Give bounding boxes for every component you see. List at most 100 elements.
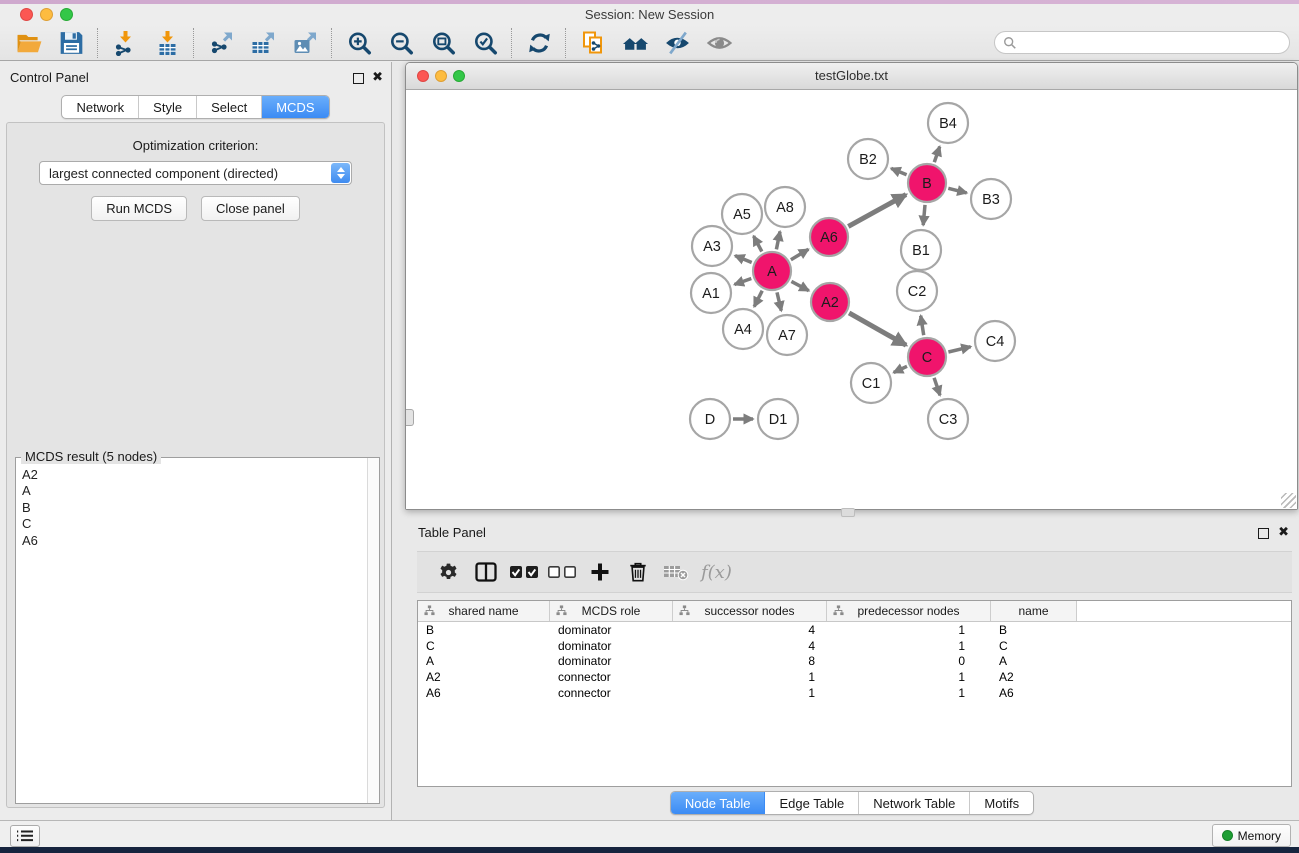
mcds-result-item[interactable]: A6 <box>22 533 368 549</box>
close-panel-button[interactable]: Close panel <box>201 196 300 221</box>
tab-select[interactable]: Select <box>197 96 262 118</box>
zoom-in-button[interactable] <box>338 27 380 59</box>
table-row[interactable]: A2connector11A2 <box>418 669 1291 685</box>
show-graphics-button[interactable] <box>698 27 740 59</box>
cell-mcds-role[interactable]: dominator <box>550 639 673 653</box>
zoom-out-button[interactable] <box>380 27 422 59</box>
graph-node-B3[interactable]: B3 <box>971 179 1011 219</box>
graph-edge-A-A5[interactable] <box>754 236 762 251</box>
graph-node-C2[interactable]: C2 <box>897 271 937 311</box>
run-mcds-button[interactable]: Run MCDS <box>91 196 187 221</box>
graph-edge-B-B1[interactable] <box>923 205 925 225</box>
result-scrollbar[interactable] <box>367 458 379 803</box>
graph-node-B2[interactable]: B2 <box>848 139 888 179</box>
cell-mcds-role[interactable]: connector <box>550 670 673 684</box>
cell-predecessor-nodes[interactable]: 1 <box>827 670 991 684</box>
table-close-icon[interactable]: ✖ <box>1278 524 1289 540</box>
network-window-titlebar[interactable]: testGlobe.txt <box>406 63 1297 90</box>
cell-shared-name[interactable]: A <box>418 654 550 668</box>
canvas-side-grip[interactable] <box>406 409 414 426</box>
cell-shared-name[interactable]: A6 <box>418 686 550 700</box>
function-builder-button[interactable]: f(x) <box>701 562 732 583</box>
graph-edge-C-C4[interactable] <box>948 347 970 352</box>
tab-network[interactable]: Network <box>62 96 139 118</box>
cell-successor-nodes[interactable]: 1 <box>673 670 827 684</box>
cell-shared-name[interactable]: B <box>418 623 550 637</box>
cell-shared-name[interactable]: A2 <box>418 670 550 684</box>
network-overview-button[interactable] <box>572 27 614 59</box>
export-image-button[interactable] <box>284 27 326 59</box>
graph-node-A4[interactable]: A4 <box>723 309 763 349</box>
graph-node-C[interactable]: C <box>908 338 946 376</box>
column-view-button[interactable] <box>467 555 505 589</box>
apply-layout-button[interactable] <box>518 27 560 59</box>
graph-node-A8[interactable]: A8 <box>765 187 805 227</box>
column-header-shared-name[interactable]: shared name <box>418 601 550 621</box>
graph-edge-A6-B[interactable] <box>848 195 906 227</box>
table-row[interactable]: Cdominator41C <box>418 638 1291 654</box>
table-tab-motifs[interactable]: Motifs <box>970 792 1033 814</box>
mcds-result-item[interactable]: C <box>22 516 368 532</box>
graph-node-A5[interactable]: A5 <box>722 194 762 234</box>
task-history-button[interactable] <box>10 825 40 847</box>
column-header-mcds-role[interactable]: MCDS role <box>550 601 673 621</box>
cell-shared-name[interactable]: C <box>418 639 550 653</box>
close-panel-icon[interactable]: ✖ <box>372 69 383 85</box>
graph-node-A3[interactable]: A3 <box>692 226 732 266</box>
cell-successor-nodes[interactable]: 8 <box>673 654 827 668</box>
float-panel-icon[interactable] <box>353 73 364 84</box>
graph-edge-B-B3[interactable] <box>948 188 966 193</box>
cell-successor-nodes[interactable]: 1 <box>673 686 827 700</box>
cell-predecessor-nodes[interactable]: 1 <box>827 686 991 700</box>
cell-name[interactable]: A <box>991 654 1077 668</box>
import-table-button[interactable] <box>146 27 188 59</box>
cell-mcds-role[interactable]: connector <box>550 686 673 700</box>
export-table-button[interactable] <box>242 27 284 59</box>
table-tab-network-table[interactable]: Network Table <box>859 792 970 814</box>
cell-mcds-role[interactable]: dominator <box>550 623 673 637</box>
table-tab-node-table[interactable]: Node Table <box>671 792 766 814</box>
graph-node-A[interactable]: A <box>753 252 791 290</box>
home-views-button[interactable] <box>614 27 656 59</box>
graph-edge-A-A6[interactable] <box>791 249 809 259</box>
cell-name[interactable]: B <box>991 623 1077 637</box>
graph-node-D[interactable]: D <box>690 399 730 439</box>
graph-node-D1[interactable]: D1 <box>758 399 798 439</box>
open-session-button[interactable] <box>8 27 50 59</box>
export-network-button[interactable] <box>200 27 242 59</box>
delete-column-button[interactable] <box>619 555 657 589</box>
graph-edge-A-A3[interactable] <box>735 256 752 263</box>
mcds-result-item[interactable]: B <box>22 500 368 516</box>
create-column-button[interactable] <box>581 555 619 589</box>
cell-name[interactable]: C <box>991 639 1077 653</box>
graph-node-B[interactable]: B <box>908 164 946 202</box>
graph-edge-B-B4[interactable] <box>934 147 939 163</box>
app-titlebar[interactable]: Session: New Session <box>0 4 1299 25</box>
graph-node-C3[interactable]: C3 <box>928 399 968 439</box>
deselect-all-columns-button[interactable] <box>543 555 581 589</box>
graph-node-A6[interactable]: A6 <box>810 218 848 256</box>
network-graph[interactable]: B4B2BB3B1A5A8A6A3AA1A2C2A4A7C4CC1C3DD1 <box>406 90 1297 509</box>
window-resize-grip[interactable] <box>1281 493 1296 508</box>
cell-name[interactable]: A6 <box>991 686 1077 700</box>
cell-mcds-role[interactable]: dominator <box>550 654 673 668</box>
table-row[interactable]: Adominator80A <box>418 654 1291 670</box>
panel-divider-grip[interactable] <box>841 508 855 517</box>
cell-name[interactable]: A2 <box>991 670 1077 684</box>
graph-edge-B-B2[interactable] <box>891 168 906 174</box>
table-float-icon[interactable] <box>1258 528 1269 539</box>
memory-button[interactable]: Memory <box>1212 824 1291 847</box>
tab-style[interactable]: Style <box>139 96 197 118</box>
search-input[interactable] <box>1022 35 1281 51</box>
hide-graphics-button[interactable] <box>656 27 698 59</box>
cell-predecessor-nodes[interactable]: 1 <box>827 623 991 637</box>
mcds-result-item[interactable]: A <box>22 483 368 499</box>
zoom-selected-button[interactable] <box>464 27 506 59</box>
graph-node-B4[interactable]: B4 <box>928 103 968 143</box>
graph-node-A1[interactable]: A1 <box>691 273 731 313</box>
graph-edge-A-A1[interactable] <box>735 279 752 285</box>
delete-table-button[interactable] <box>657 555 695 589</box>
graph-node-C4[interactable]: C4 <box>975 321 1015 361</box>
graph-node-A2[interactable]: A2 <box>811 283 849 321</box>
graph-edge-A-A4[interactable] <box>754 291 762 307</box>
